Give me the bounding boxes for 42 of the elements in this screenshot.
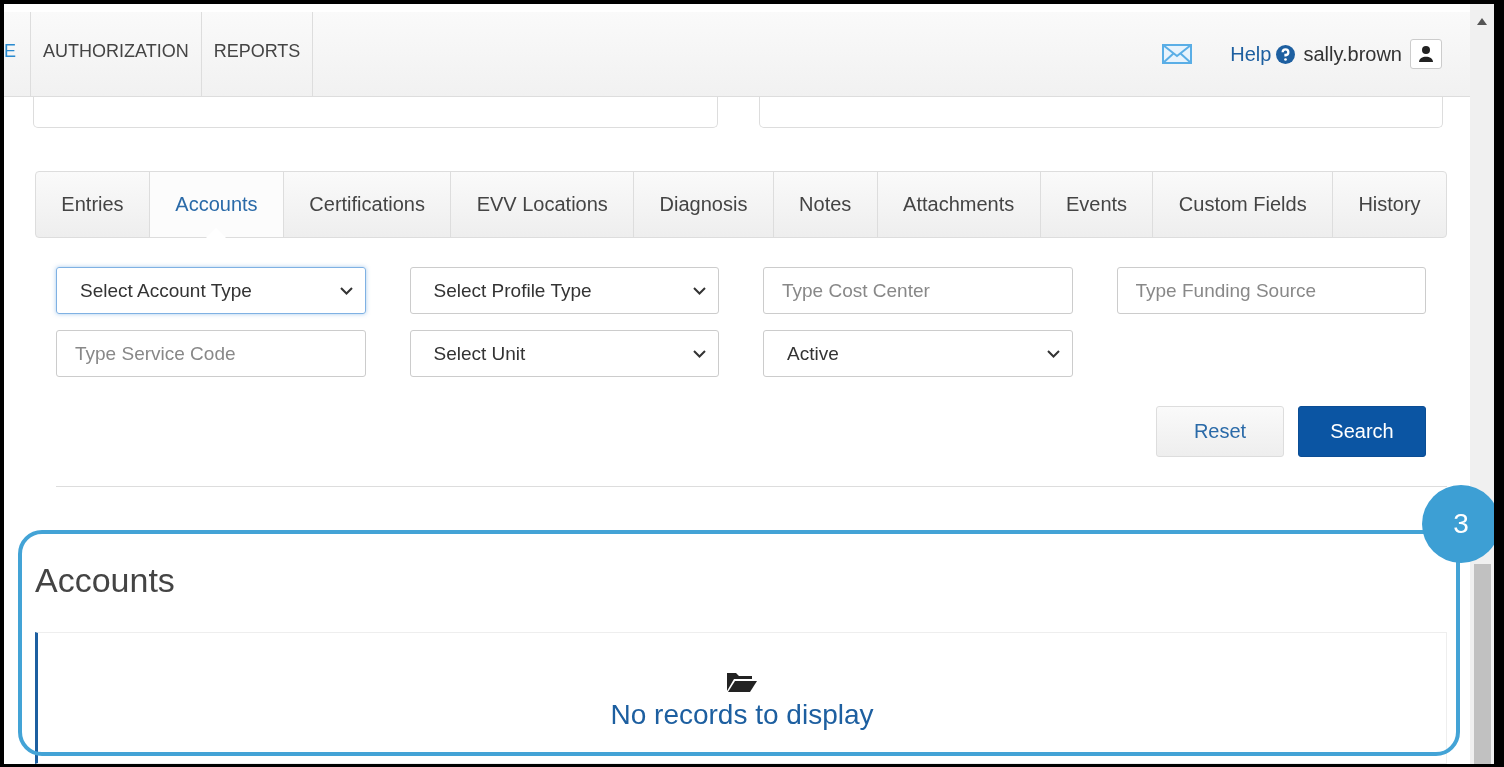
reset-button[interactable]: Reset xyxy=(1156,406,1284,457)
user-button[interactable] xyxy=(1410,39,1442,69)
tab[interactable]: Notes xyxy=(773,172,878,237)
search-button[interactable]: Search xyxy=(1298,406,1426,457)
select-field[interactable]: Active xyxy=(763,330,1073,377)
input-field[interactable]: Type Funding Source xyxy=(1116,267,1426,314)
username: sally.brown xyxy=(1303,42,1402,66)
tab[interactable]: Attachments xyxy=(877,172,1041,237)
tab[interactable]: EVV Locations xyxy=(451,172,635,237)
tab[interactable]: Entries xyxy=(36,172,150,237)
tab[interactable]: History xyxy=(1333,172,1446,237)
chevron-down-icon xyxy=(339,286,353,295)
mail-icon[interactable] xyxy=(1162,44,1193,64)
question-icon xyxy=(1276,44,1296,64)
tab[interactable]: Certifications xyxy=(283,172,452,237)
chevron-down-icon xyxy=(693,286,706,295)
select-field[interactable]: Select Unit xyxy=(409,330,719,377)
input-field[interactable]: Type Service Code xyxy=(56,330,366,377)
select-value: Select Account Type xyxy=(80,279,252,302)
empty-message: No records to display xyxy=(610,699,874,731)
tab[interactable]: Accounts xyxy=(149,172,284,237)
chevron-down-icon xyxy=(693,349,706,358)
tab[interactable]: Diagnosis xyxy=(634,172,774,237)
step-badge: 3 xyxy=(1422,485,1494,563)
nav-link[interactable]: REPORTS xyxy=(201,12,314,96)
scrollbar[interactable] xyxy=(1470,4,1494,764)
scrollbar-thumb[interactable] xyxy=(1473,564,1491,764)
select-value: Select Profile Type xyxy=(433,279,592,302)
chevron-down-icon xyxy=(1046,349,1060,358)
select-value: Active xyxy=(787,342,839,365)
select-field[interactable]: Select Account Type xyxy=(56,267,366,314)
user-icon xyxy=(1419,46,1433,62)
help-link[interactable]: Help xyxy=(1230,42,1296,66)
tab[interactable]: Events xyxy=(1040,172,1154,237)
nav-link[interactable]: AUTHORIZATION xyxy=(31,12,202,96)
input-field[interactable]: Type Cost Center xyxy=(763,267,1073,314)
select-value: Select Unit xyxy=(433,342,526,365)
tab[interactable]: Custom Fields xyxy=(1153,172,1333,237)
up-arrow-icon[interactable] xyxy=(1477,18,1487,25)
select-field[interactable]: Select Profile Type xyxy=(409,267,719,314)
folder-icon xyxy=(726,671,758,693)
section-title: Accounts xyxy=(35,561,176,600)
